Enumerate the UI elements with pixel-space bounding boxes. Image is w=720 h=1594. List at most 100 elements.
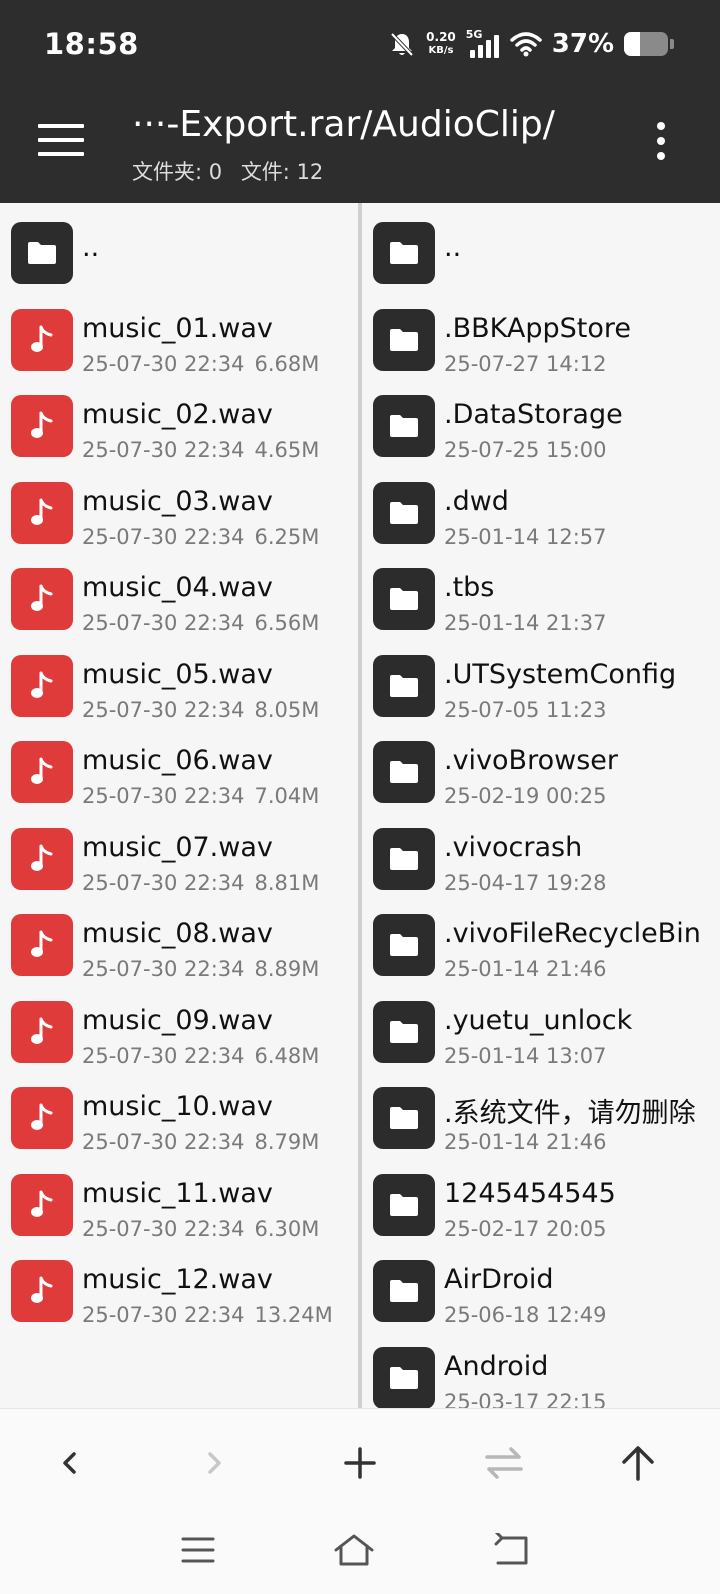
network-type: 5G [465, 28, 483, 41]
current-path: ···-Export.rar/AudioClip/ [132, 104, 555, 145]
left-pane[interactable]: .. music_01.wav 25-07-30 22:34 6.68M music_0… [0, 203, 358, 1408]
item-size: 8.05M [254, 697, 320, 722]
parent-directory-row[interactable]: .. [362, 214, 720, 302]
item-name: .BBKAppStore [444, 312, 631, 344]
back-button[interactable] [40, 1433, 100, 1493]
folder-icon [390, 761, 418, 783]
audio-file-icon-tile [11, 1000, 73, 1063]
folder-icon [390, 501, 418, 524]
item-date: 25-07-27 14:12 [444, 351, 607, 376]
file-row[interactable]: music_01.wav 25-07-30 22:34 6.68M [0, 301, 358, 389]
file-row[interactable]: music_10.wav 25-07-30 22:34 8.79M [0, 1079, 358, 1167]
item-date: 25-04-17 19:28 [444, 870, 607, 895]
item-meta: 25-06-18 12:49 [444, 1303, 607, 1327]
item-date: 25-07-30 22:34 [82, 1130, 245, 1154]
item-meta: 25-02-19 00:25 [444, 784, 607, 808]
folder-icon [390, 1193, 418, 1216]
folder-icon [390, 588, 418, 610]
file-row[interactable]: music_03.wav 25-07-30 22:34 6.25M [0, 474, 358, 562]
battery-icon [624, 32, 668, 56]
folder-row[interactable]: .DataStorage 25-07-25 15:00 [362, 387, 720, 475]
folder-icon [390, 674, 418, 697]
file-row[interactable]: music_02.wav 25-07-30 22:34 4.65M [0, 387, 358, 475]
file-row[interactable]: music_05.wav 25-07-30 22:34 8.05M [0, 647, 358, 735]
audio-file-icon-tile [11, 568, 73, 630]
item-date: 25-07-30 22:34 [82, 1216, 245, 1241]
folder-row[interactable]: .tbs 25-01-14 21:37 [362, 560, 720, 648]
item-name: music_10.wav [82, 1091, 273, 1122]
folder-icon-tile [11, 222, 73, 284]
file-row[interactable]: music_11.wav 25-07-30 22:34 6.30M [0, 1166, 358, 1254]
folder-row[interactable]: .yuetu_unlock 25-01-14 13:07 [362, 993, 720, 1081]
item-size: 13.24M [254, 1303, 333, 1327]
music-note-icon [31, 325, 53, 352]
forward-button[interactable] [184, 1433, 244, 1493]
audio-file-icon-tile [11, 654, 73, 717]
status-time: 18:58 [44, 27, 139, 61]
swap-panes-button[interactable] [474, 1433, 534, 1493]
home-button[interactable] [324, 1522, 384, 1578]
right-pane[interactable]: .. .BBKAppStore 25-07-27 14:12 .DataStorage… [362, 203, 720, 1408]
folder-row[interactable]: .UTSystemConfig 25-07-05 11:23 [362, 647, 720, 735]
folder-icon [390, 242, 418, 264]
item-date: 25-07-05 11:23 [444, 697, 607, 722]
folder-icon-tile [373, 914, 435, 976]
folder-icon-tile [373, 654, 435, 717]
drawer-menu-button[interactable] [38, 124, 84, 156]
item-name: .vivoFileRecycleBin [444, 918, 701, 949]
item-name: .vivoBrowser [444, 745, 618, 776]
item-meta: 25-07-30 22:34 8.81M [82, 871, 319, 895]
item-name: music_05.wav [82, 658, 273, 690]
item-date: 25-01-14 21:37 [444, 611, 607, 635]
folder-row[interactable]: .vivocrash 25-04-17 19:28 [362, 820, 720, 908]
file-row[interactable]: music_07.wav 25-07-30 22:34 8.81M [0, 820, 358, 908]
item-name: .vivocrash [444, 831, 583, 863]
file-row[interactable]: music_08.wav 25-07-30 22:34 8.89M [0, 906, 358, 994]
system-navbar [0, 1516, 720, 1594]
network-speed-value: 0.20 [426, 30, 456, 44]
add-button[interactable] [330, 1433, 390, 1493]
folder-row[interactable]: .vivoFileRecycleBin 25-01-14 21:46 [362, 906, 720, 994]
item-meta: 25-07-30 22:34 13.24M [82, 1303, 333, 1327]
folder-icon-tile [373, 481, 435, 544]
file-row[interactable]: music_04.wav 25-07-30 22:34 6.56M [0, 560, 358, 648]
parent-directory-row[interactable]: .. [0, 214, 358, 302]
music-note-icon [31, 1017, 53, 1044]
recent-apps-button[interactable] [168, 1522, 228, 1578]
folder-row[interactable]: Android 25-03-17 22:15 [362, 1339, 720, 1408]
item-name: .DataStorage [444, 399, 623, 430]
folder-row[interactable]: .dwd 25-01-14 12:57 [362, 474, 720, 562]
item-meta: 25-07-30 22:34 7.04M [82, 784, 319, 808]
folder-icon-tile [373, 1260, 435, 1322]
audio-file-icon-tile [11, 1173, 73, 1236]
item-name: Android [444, 1350, 549, 1382]
item-meta: 25-07-30 22:34 6.68M [82, 352, 319, 376]
folder-icon-tile [373, 568, 435, 630]
folder-row[interactable]: .BBKAppStore 25-07-27 14:12 [362, 301, 720, 389]
bell-mute-icon [390, 32, 414, 57]
folder-icon [390, 1020, 418, 1043]
folder-row[interactable]: 1245454545 25-02-17 20:05 [362, 1166, 720, 1254]
item-name: music_02.wav [82, 399, 273, 430]
item-name: music_12.wav [82, 1264, 273, 1295]
item-date: 25-07-30 22:34 [82, 438, 245, 462]
file-row[interactable]: music_09.wav 25-07-30 22:34 6.48M [0, 993, 358, 1081]
file-row[interactable]: music_12.wav 25-07-30 22:34 13.24M [0, 1252, 358, 1340]
back-nav-button[interactable] [482, 1522, 542, 1578]
dual-pane-browser: .. music_01.wav 25-07-30 22:34 6.68M music_0… [0, 203, 720, 1408]
music-note-icon [31, 498, 53, 525]
folder-row[interactable]: .vivoBrowser 25-02-19 00:25 [362, 733, 720, 821]
item-meta: 25-07-30 22:34 8.05M [82, 698, 319, 722]
forward-icon [208, 1452, 221, 1474]
item-name: .UTSystemConfig [444, 658, 677, 690]
item-date: 25-01-14 21:46 [444, 957, 607, 981]
item-meta: 25-01-14 21:37 [444, 611, 607, 635]
music-note-icon [31, 584, 53, 611]
folder-row[interactable]: AirDroid 25-06-18 12:49 [362, 1252, 720, 1340]
up-directory-button[interactable] [608, 1433, 668, 1493]
folder-row[interactable]: .系统文件，请勿删除 25-01-14 21:46 [362, 1079, 720, 1167]
audio-file-icon-tile [11, 481, 73, 544]
file-row[interactable]: music_06.wav 25-07-30 22:34 7.04M [0, 733, 358, 821]
folder-icon [390, 1280, 418, 1302]
more-options-button[interactable] [655, 122, 667, 160]
